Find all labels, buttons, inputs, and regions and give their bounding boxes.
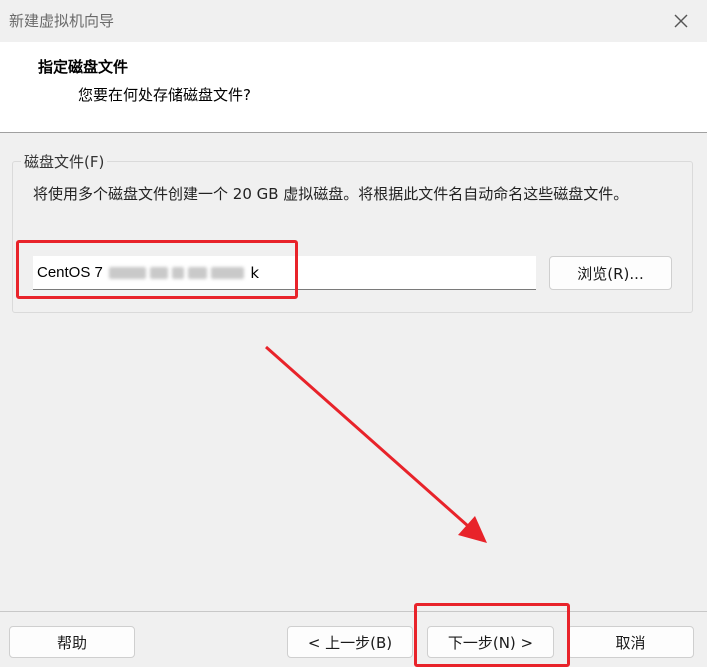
close-button[interactable] (655, 0, 707, 42)
close-icon (674, 14, 688, 28)
title-bar: 新建虚拟机向导 (0, 0, 707, 42)
page-subtitle: 您要在何处存储磁盘文件? (78, 86, 251, 104)
next-button[interactable]: 下一步(N) > (427, 626, 554, 658)
disk-file-description: 将使用多个磁盘文件创建一个 20 GB 虚拟磁盘。将根据此文件名自动命名这些磁盘… (33, 185, 629, 203)
window-title: 新建虚拟机向导 (9, 12, 115, 30)
footer-divider (0, 611, 707, 612)
disk-file-name-input[interactable] (33, 256, 536, 290)
browse-button[interactable]: 浏览(R)... (549, 256, 672, 290)
disk-file-group-label: 磁盘文件(F) (21, 151, 108, 172)
cancel-button[interactable]: 取消 (567, 626, 694, 658)
wizard-header: 指定磁盘文件 您要在何处存储磁盘文件? (0, 42, 707, 133)
back-button[interactable]: < 上一步(B) (287, 626, 413, 658)
page-title: 指定磁盘文件 (38, 58, 129, 76)
help-button[interactable]: 帮助 (9, 626, 135, 658)
disk-file-group: 磁盘文件(F) 将使用多个磁盘文件创建一个 20 GB 虚拟磁盘。将根据此文件名… (12, 151, 693, 313)
